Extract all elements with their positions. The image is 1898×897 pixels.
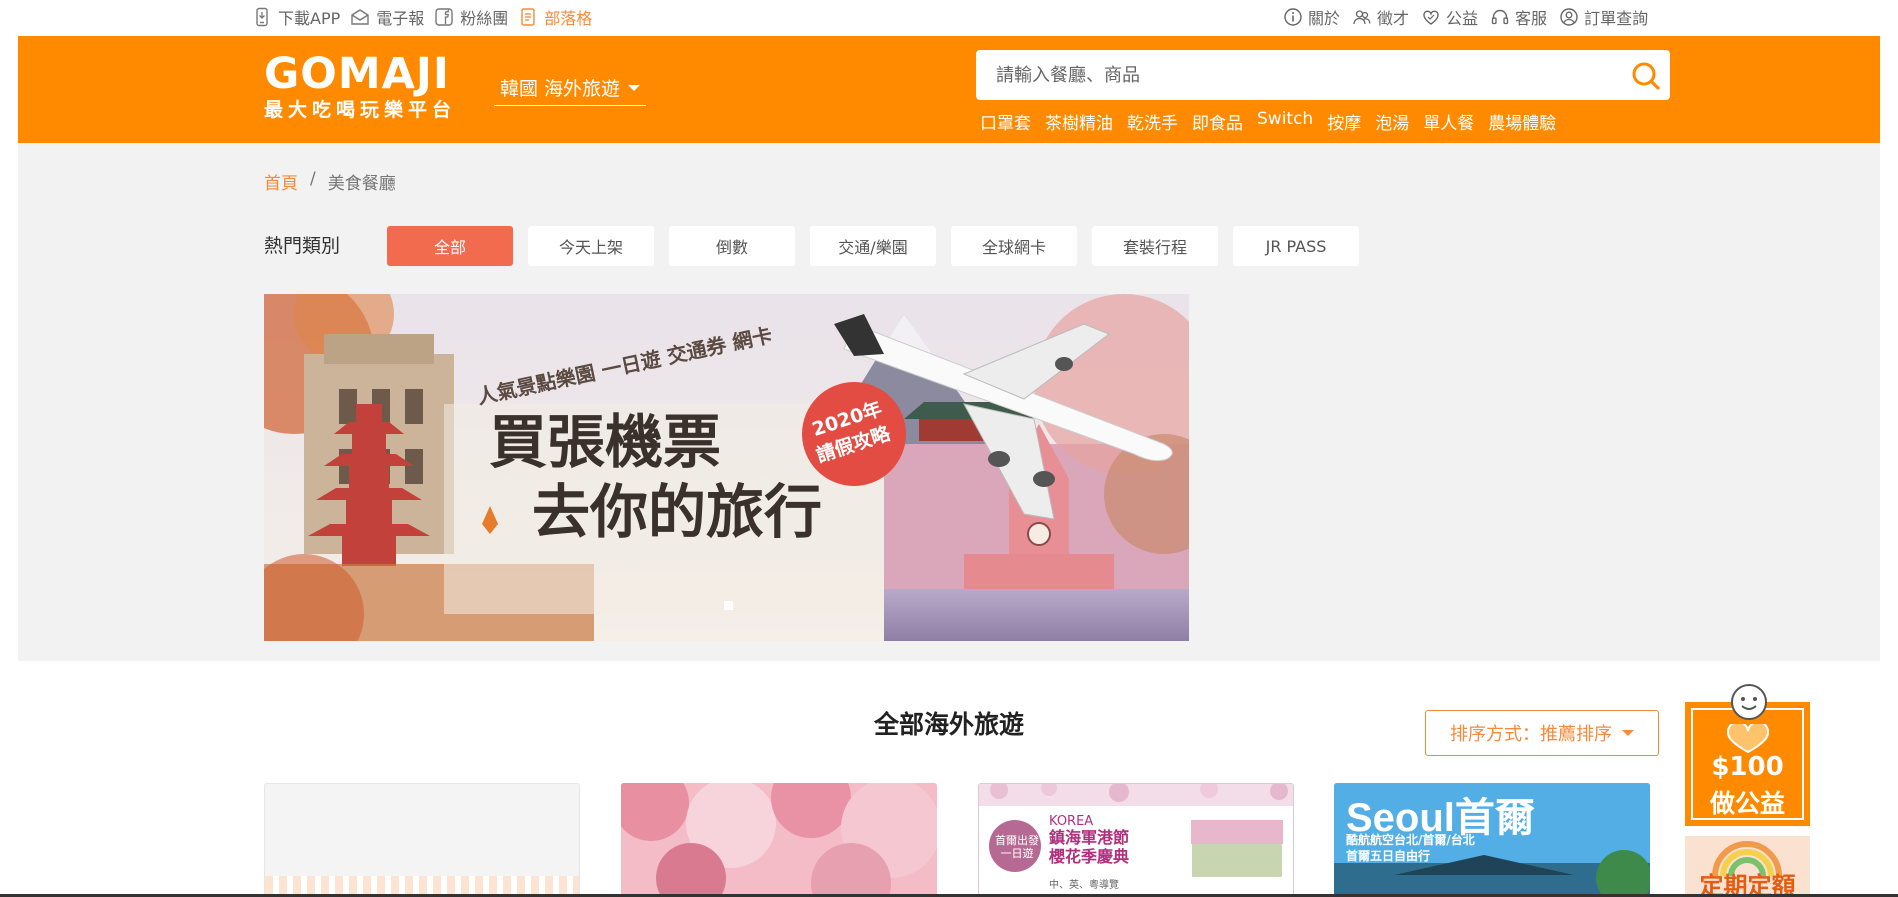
logo-slogan: 最大吃喝玩樂平台	[264, 99, 457, 121]
site-header: GOMAJI 最大吃喝玩樂平台 韓國 海外旅遊 口罩套 茶樹精油 乾洗手 即食品…	[18, 36, 1880, 143]
product-card[interactable]: Seoul首爾 酷航航空台北/首爾/台北 首爾五日自由行	[1334, 783, 1650, 897]
hot-keywords: 口罩套 茶樹精油 乾洗手 即食品 Switch 按摩 泡湯 單人餐 農場體驗	[980, 109, 1556, 134]
tab-all[interactable]: 全部	[387, 226, 513, 266]
breadcrumb-separator: /	[310, 169, 316, 189]
product-card[interactable]	[264, 783, 580, 897]
search-box	[976, 50, 1670, 100]
breadcrumb-current: 美食餐廳	[327, 174, 396, 194]
heart-icon	[1726, 724, 1770, 754]
hot-keyword[interactable]: 即食品	[1192, 109, 1243, 134]
download-app-label: 下載APP	[278, 9, 341, 28]
newsletter-label: 電子報	[376, 9, 425, 28]
hot-keyword[interactable]: 泡湯	[1375, 109, 1409, 134]
region-selector[interactable]: 韓國 海外旅遊	[494, 70, 646, 106]
sort-dropdown[interactable]: 排序方式：推薦排序	[1425, 710, 1659, 756]
subscription-text: 定期定額	[1699, 872, 1796, 897]
region-label: 韓國 海外旅遊	[500, 78, 621, 100]
product-card[interactable]	[621, 783, 937, 897]
tab-jr-pass[interactable]: JR PASS	[1233, 226, 1359, 266]
breadcrumb: 首頁 / 美食餐廳	[264, 169, 396, 194]
people-icon	[1352, 7, 1372, 27]
fanpage-link[interactable]: 粉絲團	[434, 5, 508, 29]
info-icon	[1283, 7, 1303, 27]
headset-icon	[1490, 7, 1510, 27]
charity-link[interactable]: 公益	[1421, 5, 1478, 29]
tab-global-sim[interactable]: 全球網卡	[951, 226, 1077, 266]
sort-label: 排序方式：推薦排序	[1450, 724, 1612, 745]
phone-icon	[252, 7, 272, 27]
facebook-icon	[434, 7, 454, 27]
support-link[interactable]: 客服	[1490, 5, 1547, 29]
hot-keyword[interactable]: 農場體驗	[1488, 109, 1556, 134]
logo-wordmark: GOMAJI	[264, 49, 450, 99]
careers-label: 徵才	[1377, 9, 1410, 28]
order-lookup-label: 訂單查詢	[1584, 9, 1649, 28]
card3-badge: 首爾出發 一日遊	[995, 834, 1039, 860]
breadcrumb-home[interactable]: 首頁	[264, 169, 298, 194]
charity-label: 公益	[1446, 9, 1479, 28]
hot-keyword[interactable]: Switch	[1257, 109, 1313, 134]
card3-title2: 櫻花季慶典	[1049, 847, 1130, 866]
product-card[interactable]: 首爾出發 一日遊 KOREA 鎮海軍港節 櫻花季慶典 中、英、粵導覽	[978, 783, 1294, 897]
tab-new-today[interactable]: 今天上架	[528, 226, 654, 266]
tab-transport-parks[interactable]: 交通/樂園	[810, 226, 936, 266]
gomaji-logo[interactable]: GOMAJI 最大吃喝玩樂平台	[264, 50, 474, 130]
card4-airline: 酷航航空台北/首爾/台北	[1346, 833, 1475, 847]
hot-keyword[interactable]: 乾洗手	[1127, 109, 1178, 134]
search-icon[interactable]	[1630, 60, 1662, 92]
blog-link[interactable]: 部落格	[518, 5, 592, 29]
hot-keyword[interactable]: 口罩套	[980, 109, 1031, 134]
about-link[interactable]: 關於	[1283, 5, 1340, 29]
card-image	[621, 783, 937, 897]
heart-icon	[1421, 7, 1441, 27]
order-lookup-link[interactable]: 訂單查詢	[1559, 5, 1648, 29]
newsletter-link[interactable]: 電子報	[350, 5, 424, 29]
hero-section: 首頁 / 美食餐廳 熱門類別 全部 今天上架 倒數 交通/樂園 全球網卡 套裝行…	[18, 143, 1880, 661]
charity-promo[interactable]: $100 做公益	[1685, 684, 1810, 826]
category-label: 熱門類別	[264, 235, 341, 257]
fanpage-label: 粉絲團	[460, 9, 509, 28]
blog-icon	[518, 7, 538, 27]
mail-icon	[350, 7, 370, 27]
chevron-down-icon	[628, 84, 641, 91]
banner-line1: 買張機票	[489, 408, 721, 476]
section-title: 全部海外旅遊	[874, 710, 1025, 739]
download-app-link[interactable]: 下載APP	[252, 5, 340, 29]
support-label: 客服	[1515, 9, 1548, 28]
charity-price: $100	[1711, 752, 1784, 782]
card3-title1: 鎮海軍港節	[1049, 828, 1130, 847]
charity-text: 做公益	[1709, 789, 1785, 818]
search-input[interactable]	[976, 50, 1616, 100]
category-tabs: 全部 今天上架 倒數 交通/樂園 全球網卡 套裝行程 JR PASS	[387, 226, 1359, 266]
hot-keyword[interactable]: 單人餐	[1423, 109, 1474, 134]
hot-keyword[interactable]: 按摩	[1327, 109, 1361, 134]
about-label: 關於	[1308, 9, 1341, 28]
card3-country: KOREA	[1049, 814, 1094, 829]
card3-lang: 中、英、粵導覽	[1049, 880, 1119, 891]
tab-package-tours[interactable]: 套裝行程	[1092, 226, 1218, 266]
carousel-dot[interactable]	[724, 601, 733, 610]
top-utility-bar: 下載APP 電子報 粉絲團 部落格 關於 徵才 公益 客服 訂單查詢	[0, 0, 1898, 36]
promo-banner[interactable]: 人氣景點樂園 一日遊 交通券 網卡 買張機票 去你的旅行 2020年 請假攻略	[264, 294, 1189, 641]
smiley-icon	[1731, 684, 1767, 720]
hot-keyword[interactable]: 茶樹精油	[1045, 109, 1113, 134]
banner-line2: 去你的旅行	[532, 478, 822, 546]
card4-trip: 首爾五日自由行	[1346, 849, 1431, 863]
chevron-down-icon	[1622, 730, 1634, 736]
careers-link[interactable]: 徵才	[1352, 5, 1409, 29]
user-icon	[1559, 7, 1579, 27]
blog-label: 部落格	[544, 9, 593, 28]
top-left-links: 下載APP 電子報 粉絲團 部落格	[252, 5, 592, 29]
tab-countdown[interactable]: 倒數	[669, 226, 795, 266]
subscription-promo[interactable]: 定期定額	[1685, 836, 1810, 897]
top-right-links: 關於 徵才 公益 客服 訂單查詢	[1283, 5, 1648, 29]
